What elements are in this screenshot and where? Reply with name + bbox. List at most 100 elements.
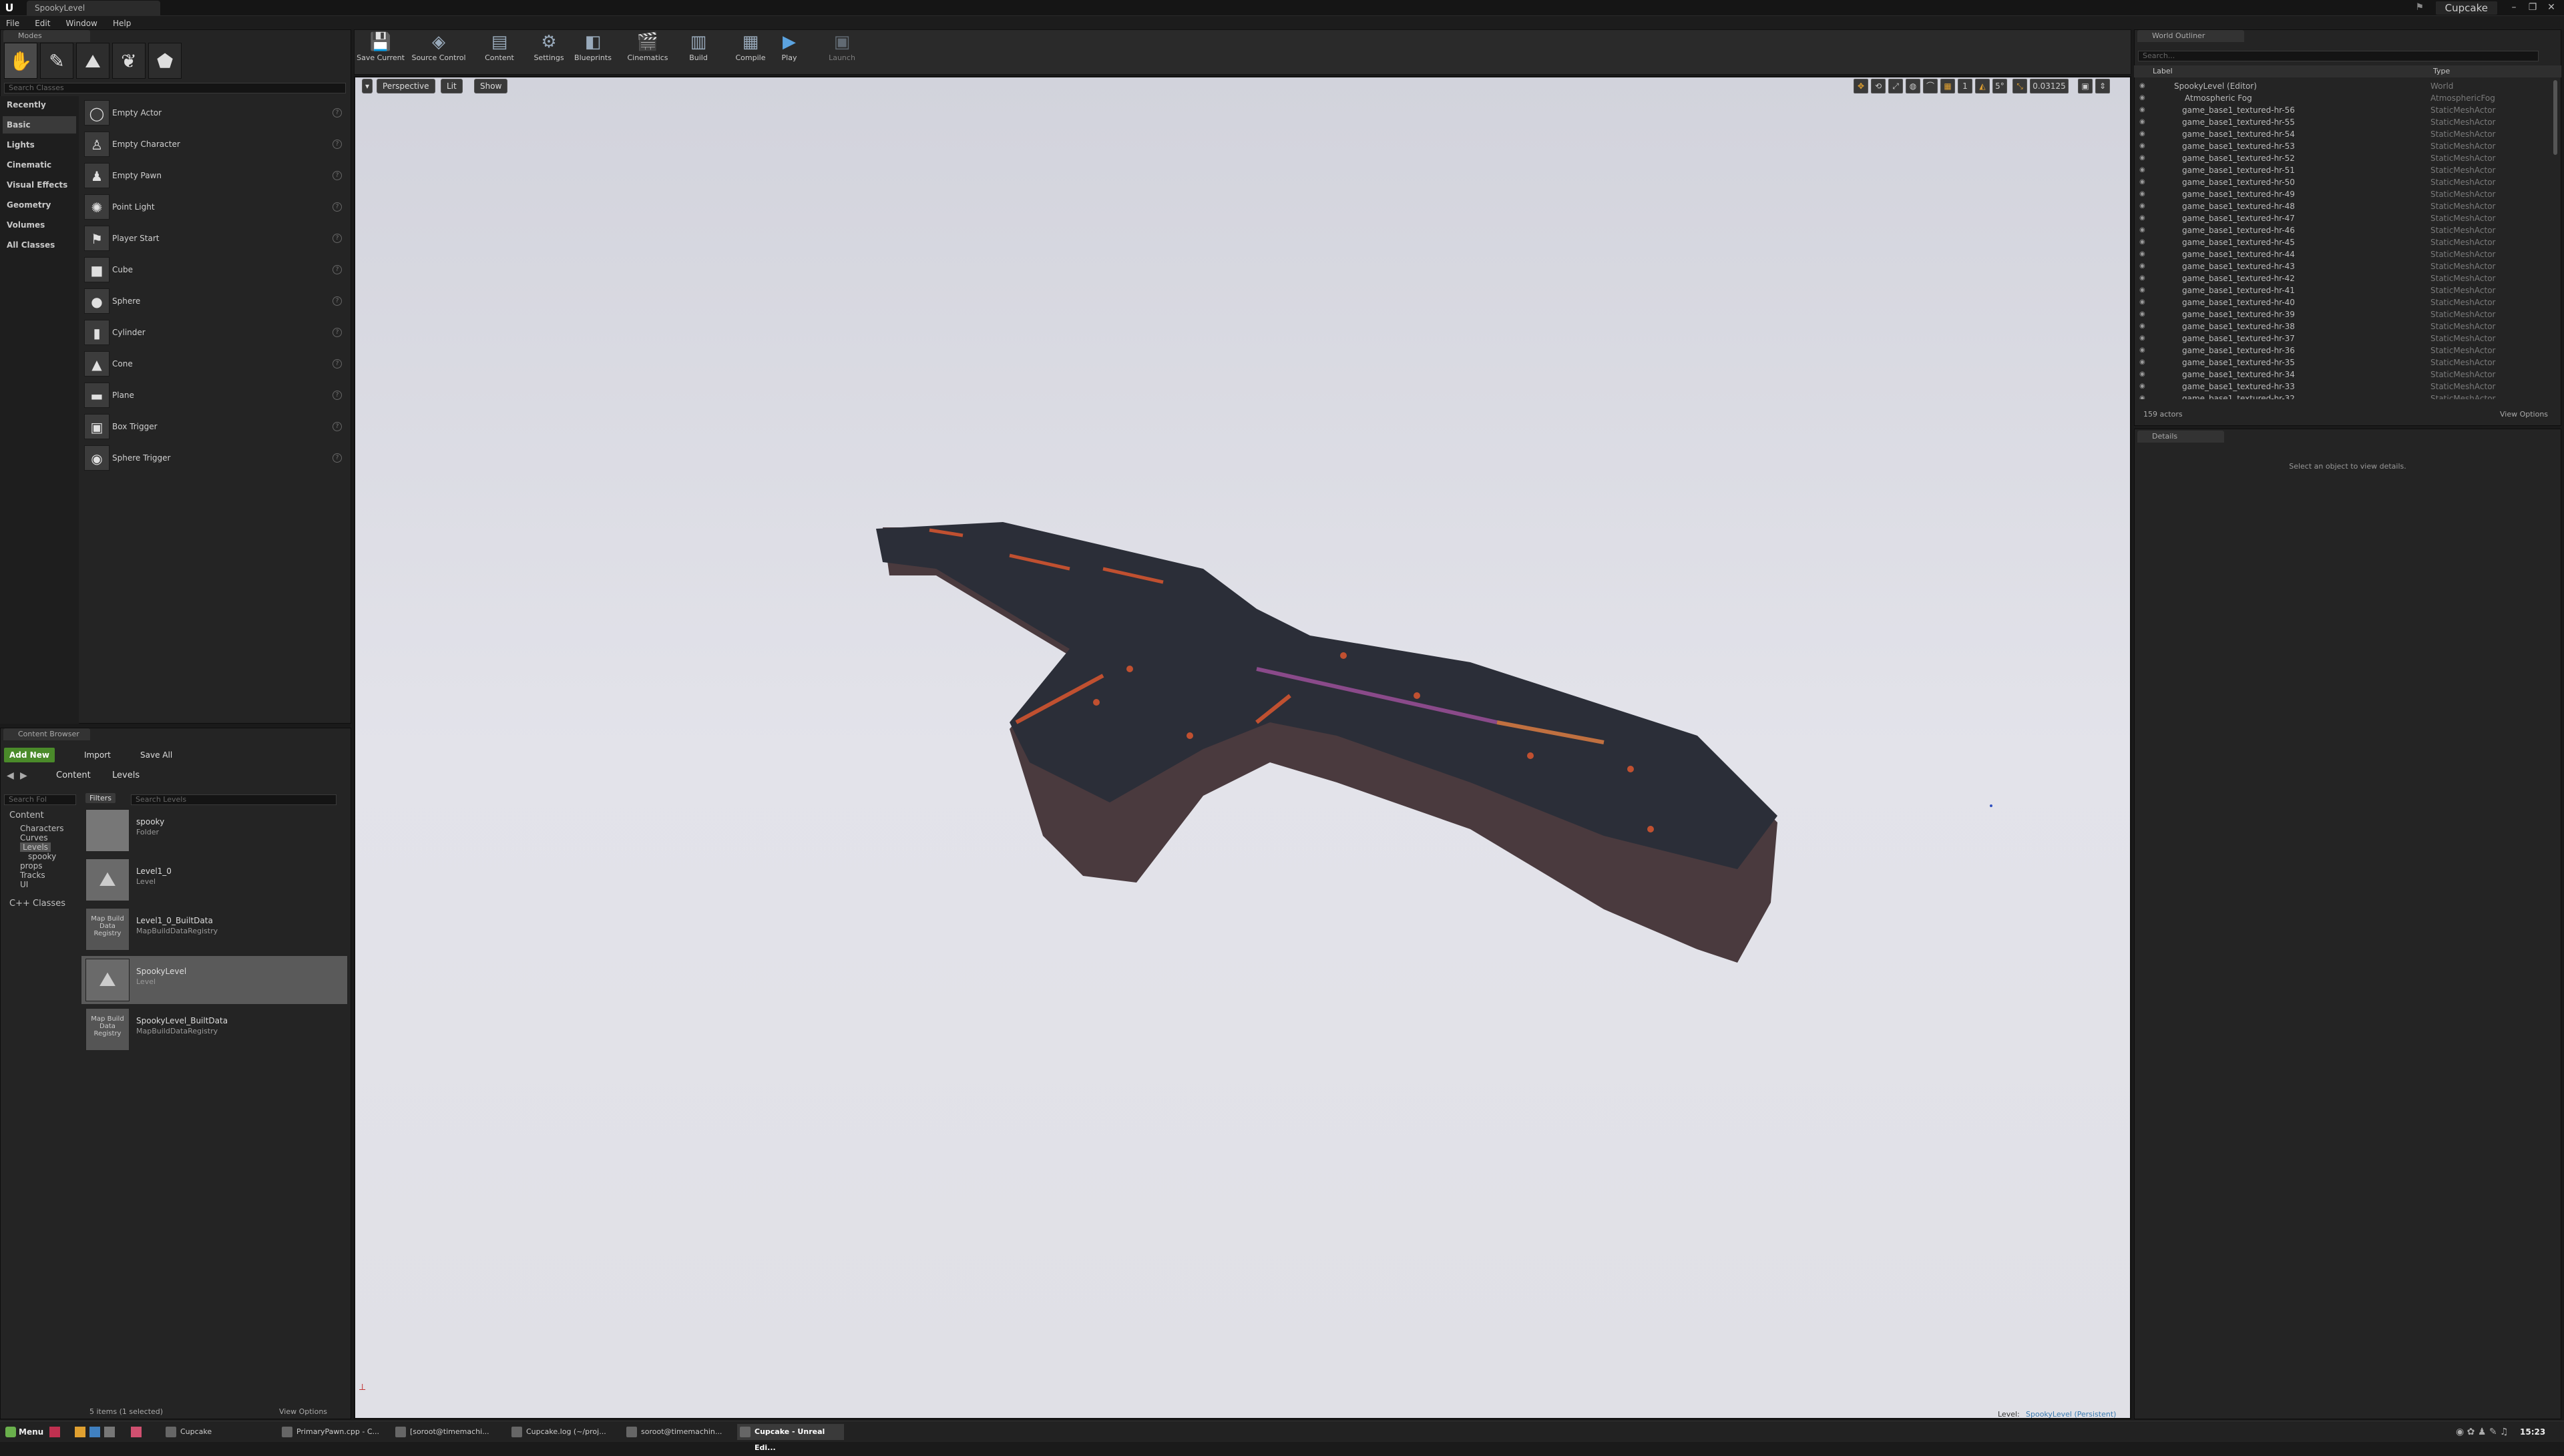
- outliner-row[interactable]: ◉ game_base1_textured-hr-32 StaticMeshActo…: [2134, 393, 2548, 399]
- angle-value[interactable]: 5°: [1992, 79, 2007, 93]
- viewport-options-icon[interactable]: ▾: [362, 79, 373, 93]
- help-icon[interactable]: ?: [333, 108, 342, 117]
- outliner-row[interactable]: ◉ game_base1_textured-hr-51 StaticMeshActo…: [2134, 164, 2548, 176]
- eye-icon[interactable]: ◉: [2139, 140, 2145, 152]
- eye-icon[interactable]: ◉: [2139, 80, 2145, 92]
- tree-props[interactable]: props: [20, 861, 43, 871]
- asset-spookylevel[interactable]: ⛰ SpookyLevel Level: [81, 956, 347, 1004]
- play-button[interactable]: ▶ Play: [767, 31, 812, 71]
- place-plane[interactable]: ▬ Plane?: [81, 380, 346, 411]
- clock[interactable]: 15:23: [2520, 1425, 2545, 1439]
- col-type[interactable]: Type: [2433, 67, 2450, 75]
- start-menu-button[interactable]: Menu: [4, 1424, 43, 1440]
- files-icon[interactable]: [104, 1427, 115, 1437]
- place-box-trigger[interactable]: ▣ Box Trigger?: [81, 411, 346, 442]
- eye-icon[interactable]: ◉: [2139, 332, 2145, 344]
- outliner-row[interactable]: ◉ game_base1_textured-hr-39 StaticMeshActo…: [2134, 308, 2548, 320]
- world-outliner-tab[interactable]: World Outliner: [2137, 30, 2244, 42]
- place-empty-actor[interactable]: ◯ Empty Actor?: [81, 97, 346, 128]
- category-visual-effects[interactable]: Visual Effects: [3, 176, 76, 194]
- help-icon[interactable]: ?: [333, 422, 342, 431]
- level-tab[interactable]: SpookyLevel: [27, 1, 160, 15]
- eye-icon[interactable]: ◉: [2139, 344, 2145, 356]
- outliner-row[interactable]: ◉ game_base1_textured-hr-55 StaticMeshActo…: [2134, 116, 2548, 128]
- outliner-row[interactable]: ◉ game_base1_textured-hr-54 StaticMeshActo…: [2134, 128, 2548, 140]
- task-terminal-2[interactable]: soroot@timemachin...: [624, 1424, 730, 1440]
- path-levels[interactable]: Levels: [112, 770, 140, 780]
- rotation-snap-icon[interactable]: ◭: [1975, 79, 1990, 93]
- outliner-scrollbar[interactable]: [2553, 80, 2557, 155]
- eye-icon[interactable]: ◉: [2139, 356, 2145, 369]
- search-classes-input[interactable]: Search Classes: [4, 83, 346, 93]
- category-basic[interactable]: Basic: [3, 116, 76, 134]
- content-button[interactable]: ▤ Content: [475, 31, 523, 71]
- details-tab[interactable]: Details: [2137, 431, 2224, 443]
- grid-snap-icon[interactable]: ▦: [1940, 79, 1955, 93]
- scale-icon[interactable]: ⤢: [1888, 79, 1903, 93]
- eye-icon[interactable]: ◉: [2139, 236, 2145, 248]
- eye-icon[interactable]: ◉: [2139, 369, 2145, 381]
- category-lights[interactable]: Lights: [3, 136, 76, 154]
- eye-icon[interactable]: ◉: [2139, 248, 2145, 260]
- task-unreal-editor[interactable]: Cupcake - Unreal Edi...: [737, 1424, 844, 1452]
- task-cupcake[interactable]: Cupcake: [163, 1424, 263, 1440]
- perspective-button[interactable]: Perspective: [377, 79, 435, 93]
- help-icon[interactable]: ?: [333, 140, 342, 149]
- asset-level1-0-builtdata[interactable]: Map Build Data Registry Level1_0_BuiltDat…: [81, 905, 347, 953]
- outliner-row[interactable]: ◉ game_base1_textured-hr-46 StaticMeshActo…: [2134, 224, 2548, 236]
- filters-button[interactable]: Filters: [85, 793, 116, 803]
- task-primarypawn[interactable]: PrimaryPawn.cpp - C...: [279, 1424, 386, 1440]
- place-cube[interactable]: ■ Cube?: [81, 254, 346, 285]
- menu-edit[interactable]: Edit: [29, 17, 56, 30]
- place-mode-icon[interactable]: ✋: [4, 43, 37, 79]
- modes-tab[interactable]: Modes: [3, 30, 90, 42]
- tree-spooky[interactable]: spooky: [28, 852, 56, 861]
- help-icon[interactable]: ?: [333, 171, 342, 180]
- place-player-start[interactable]: ⚑ Player Start?: [81, 223, 346, 254]
- outliner-row[interactable]: ◉ game_base1_textured-hr-50 StaticMeshActo…: [2134, 176, 2548, 188]
- tree-ui[interactable]: UI: [20, 880, 28, 889]
- eye-icon[interactable]: ◉: [2139, 393, 2145, 399]
- cinematics-button[interactable]: 🎬 Cinematics: [622, 31, 673, 71]
- outliner-row[interactable]: ◉ game_base1_textured-hr-47 StaticMeshActo…: [2134, 212, 2548, 224]
- help-icon[interactable]: ?: [333, 328, 342, 337]
- paint-mode-icon[interactable]: ✎: [40, 43, 73, 79]
- outliner-row[interactable]: ◉ game_base1_textured-hr-43 StaticMeshActo…: [2134, 260, 2548, 272]
- save-current-button[interactable]: 💾 Save Current: [357, 31, 405, 71]
- task-cupcake-log[interactable]: Cupcake.log (~/proj...: [509, 1424, 616, 1440]
- foliage-mode-icon[interactable]: ❦: [112, 43, 146, 79]
- outliner-row[interactable]: ◉ game_base1_textured-hr-35 StaticMeshActo…: [2134, 356, 2548, 369]
- build-button[interactable]: ▥ Build: [676, 31, 721, 71]
- asset-spooky-folder[interactable]: spooky Folder: [81, 806, 347, 855]
- back-icon[interactable]: ◀: [7, 770, 14, 781]
- scale-snap-value[interactable]: 0.03125: [2030, 79, 2069, 93]
- help-icon[interactable]: ?: [333, 234, 342, 243]
- tree-cpp-classes[interactable]: C++ Classes: [9, 899, 65, 909]
- asset-spookylevel-builtdata[interactable]: Map Build Data Registry SpookyLevel_Built…: [81, 1005, 347, 1053]
- menu-window[interactable]: Window: [60, 17, 103, 30]
- eye-icon[interactable]: ◉: [2139, 260, 2145, 272]
- col-label[interactable]: Label: [2153, 67, 2173, 75]
- world-icon[interactable]: ◍: [1906, 79, 1920, 93]
- browser-icon[interactable]: [75, 1427, 85, 1437]
- outliner-row[interactable]: ◉ game_base1_textured-hr-36 StaticMeshActo…: [2134, 344, 2548, 356]
- outliner-row[interactable]: ◉ game_base1_textured-hr-40 StaticMeshActo…: [2134, 296, 2548, 308]
- eye-icon[interactable]: ◉: [2139, 116, 2145, 128]
- add-new-button[interactable]: Add New: [4, 748, 55, 762]
- forward-icon[interactable]: ▶: [20, 770, 27, 781]
- help-icon[interactable]: ?: [333, 202, 342, 212]
- category-recently-placed[interactable]: Recently Placed: [3, 96, 76, 127]
- lit-button[interactable]: Lit: [441, 79, 463, 93]
- place-point-light[interactable]: ✺ Point Light?: [81, 192, 346, 222]
- eye-icon[interactable]: ◉: [2139, 188, 2145, 200]
- content-browser-tab[interactable]: Content Browser: [3, 728, 90, 740]
- help-icon[interactable]: ?: [333, 453, 342, 463]
- eye-icon[interactable]: ◉: [2139, 164, 2145, 176]
- eye-icon[interactable]: ◉: [2139, 152, 2145, 164]
- tree-characters[interactable]: Characters: [20, 824, 64, 833]
- quicklaunch-icon[interactable]: [49, 1427, 60, 1437]
- tree-content[interactable]: Content: [9, 810, 44, 820]
- grid-value[interactable]: 1: [1958, 79, 1972, 93]
- eye-icon[interactable]: ◉: [2139, 381, 2145, 393]
- outliner-row[interactable]: ◉ game_base1_textured-hr-52 StaticMeshActo…: [2134, 152, 2548, 164]
